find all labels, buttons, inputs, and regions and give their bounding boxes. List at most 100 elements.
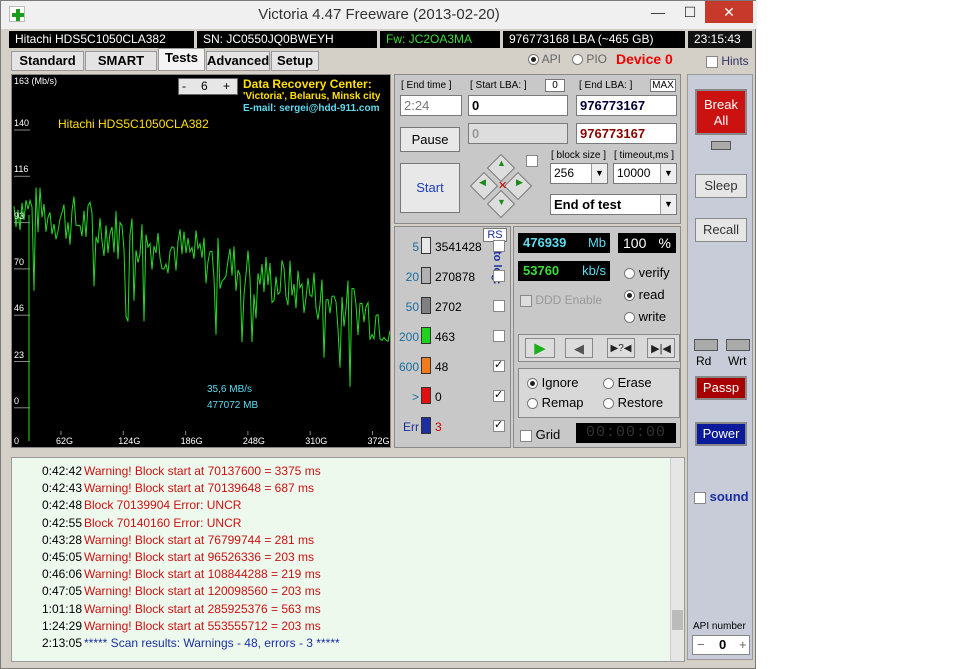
position-readout: 477072 MB xyxy=(207,400,259,411)
block-size-select[interactable]: 256 ▼ xyxy=(550,163,608,184)
play-icon[interactable]: ▶ xyxy=(525,338,555,358)
log-message: Block 70140160 Error: UNCR xyxy=(84,515,242,530)
write-radio[interactable]: write xyxy=(624,309,666,324)
break-all-button[interactable]: Break All xyxy=(695,89,747,135)
mb-done: 476939 Mb xyxy=(518,233,610,253)
log-entry: 2:13:05 ***** Scan results: Warnings - 48… xyxy=(12,635,672,652)
restore-radio-dot xyxy=(603,398,614,410)
to-log-checkbox[interactable] xyxy=(493,270,505,282)
block-threshold: 50 xyxy=(405,300,419,314)
verify-radio[interactable]: verify xyxy=(624,265,670,280)
chevron-down-icon: ▼ xyxy=(660,195,676,214)
error-action-group: Ignore Erase Remap Restore xyxy=(518,368,680,418)
hints-checkbox[interactable]: Hints xyxy=(706,54,749,68)
erase-radio-dot xyxy=(603,378,614,390)
api-plus-button[interactable]: + xyxy=(739,636,747,654)
block-color-swatch xyxy=(421,297,431,314)
zoom-stepper[interactable]: - 6 + xyxy=(178,78,238,95)
end-lba-max-button[interactable]: MAX xyxy=(650,79,676,92)
pause-button[interactable]: Pause xyxy=(400,127,460,152)
remap-radio[interactable]: Remap xyxy=(527,395,584,410)
rewind-icon[interactable]: ◀ xyxy=(565,338,593,358)
log-message: ***** Scan results: Warnings - 48, error… xyxy=(84,636,340,650)
maximize-button[interactable]: ☐ xyxy=(675,1,705,23)
zoom-minus-button[interactable]: - xyxy=(182,79,186,93)
seek-dpad[interactable]: ▲ ◀ ▶ ▼ ✕ xyxy=(467,153,535,219)
tab-smart[interactable]: SMART xyxy=(85,51,157,71)
y-tick-label: 70 xyxy=(14,256,25,267)
start-button[interactable]: Start xyxy=(400,163,460,213)
api-number-stepper[interactable]: − 0 + xyxy=(692,635,750,655)
api-minus-button[interactable]: − xyxy=(697,636,705,654)
sound-checkbox[interactable]: sound xyxy=(694,489,749,504)
start-lba-field[interactable]: 0 xyxy=(468,95,568,116)
graph-drive-label: Hitachi HDS5C1050CLA382 xyxy=(58,117,209,131)
ignore-radio[interactable]: Ignore xyxy=(527,375,579,390)
rd-label: Rd xyxy=(696,354,712,368)
to-log-checkbox[interactable] xyxy=(493,330,505,342)
start-lba-label: [ Start LBA: ] xyxy=(470,80,527,91)
start-lba-zero-button[interactable]: 0 xyxy=(545,79,565,92)
power-button[interactable]: Power xyxy=(695,422,747,446)
scan-log[interactable]: 0:42:42 Warning! Block start at 70137600 … xyxy=(11,457,685,662)
sleep-button[interactable]: Sleep xyxy=(695,174,747,198)
close-button[interactable]: ✕ xyxy=(705,1,753,23)
block-color-swatch xyxy=(421,327,431,344)
log-time: 0:42:42 xyxy=(41,464,82,478)
log-scrollbar[interactable] xyxy=(670,458,684,661)
x-tick-label: 248G xyxy=(242,436,265,446)
dpad-checkbox[interactable] xyxy=(526,155,538,167)
block-count: 463 xyxy=(435,330,456,344)
end-lba-field[interactable]: 976773167 xyxy=(576,95,677,116)
tab-standard[interactable]: Standard xyxy=(11,51,84,71)
skip-end-icon[interactable]: ▶|◀ xyxy=(647,338,675,358)
pio-radio-dot xyxy=(572,54,583,66)
read-radio[interactable]: read xyxy=(624,287,665,302)
to-log-checkbox[interactable] xyxy=(493,388,505,402)
log-entry: 1:01:18 Warning! Block start at 285925376… xyxy=(12,601,672,618)
scan-controls-panel: [ End time ] 2:24 [ Start LBA: ] 0 0 [ E… xyxy=(394,74,681,224)
tab-tests[interactable]: Tests xyxy=(158,48,205,71)
device-label[interactable]: Device 0 xyxy=(616,51,673,67)
block-count: 270878 xyxy=(435,270,476,284)
y-tick-label: 116 xyxy=(14,164,29,175)
block-stat-row: 20 270878 xyxy=(395,267,512,287)
log-scroll-thumb[interactable] xyxy=(672,610,683,630)
to-log-checkbox[interactable] xyxy=(493,300,505,312)
y-tick-label: 23 xyxy=(14,349,25,360)
log-time: 0:42:55 xyxy=(41,515,82,530)
to-log-checkbox[interactable] xyxy=(493,358,505,372)
log-entry: 0:46:06 Warning! Block start at 108844288… xyxy=(12,566,672,583)
minimize-button[interactable]: — xyxy=(643,1,673,23)
block-size-label: [ block size ] xyxy=(551,150,607,161)
step-icon[interactable]: ▶?◀ xyxy=(607,338,635,358)
passp-button[interactable]: Passp xyxy=(695,376,747,400)
api-radio[interactable]: API xyxy=(528,52,561,66)
log-entry: 0:45:05 Warning! Block start at 96526336 … xyxy=(12,549,672,566)
log-time: 1:01:18 xyxy=(41,601,82,616)
current-end-field: 976773167 xyxy=(576,123,677,144)
end-action-select[interactable]: End of test ▼ xyxy=(550,194,677,215)
grid-checkbox[interactable]: Grid xyxy=(520,427,560,442)
log-message: Warning! Block start at 285925376 = 563 … xyxy=(84,601,321,616)
ddd-enable-checkbox[interactable]: DDD Enable xyxy=(520,293,602,307)
pio-radio[interactable]: PIO xyxy=(572,52,607,66)
log-entry: 0:47:05 Warning! Block start at 120098560… xyxy=(12,583,672,600)
to-log-checkbox[interactable] xyxy=(493,240,505,252)
restore-radio[interactable]: Restore xyxy=(603,395,663,410)
erase-radio[interactable]: Erase xyxy=(603,375,652,390)
end-time-field[interactable]: 2:24 xyxy=(400,95,462,116)
down-arrow-icon: ▼ xyxy=(497,197,506,207)
timeout-select[interactable]: 10000 ▼ xyxy=(613,163,677,184)
recall-button[interactable]: Recall xyxy=(695,218,747,242)
transport-bar: ▶ ◀ ▶?◀ ▶|◀ xyxy=(518,334,680,362)
block-stat-row: 600 48 xyxy=(395,357,512,377)
tab-setup[interactable]: Setup xyxy=(271,51,319,71)
to-log-checkbox[interactable] xyxy=(493,418,505,432)
zoom-plus-button[interactable]: + xyxy=(223,79,230,93)
progress-panel: 476939 Mb 100 % 53760 kb/s DDD Enable ve… xyxy=(513,226,681,448)
log-message: Warning! Block start at 70137600 = 3375 … xyxy=(84,464,321,478)
tab-advanced[interactable]: Advanced xyxy=(206,51,270,71)
log-message: Warning! Block start at 108844288 = 219 … xyxy=(84,567,321,582)
block-threshold: 200 xyxy=(398,330,419,344)
